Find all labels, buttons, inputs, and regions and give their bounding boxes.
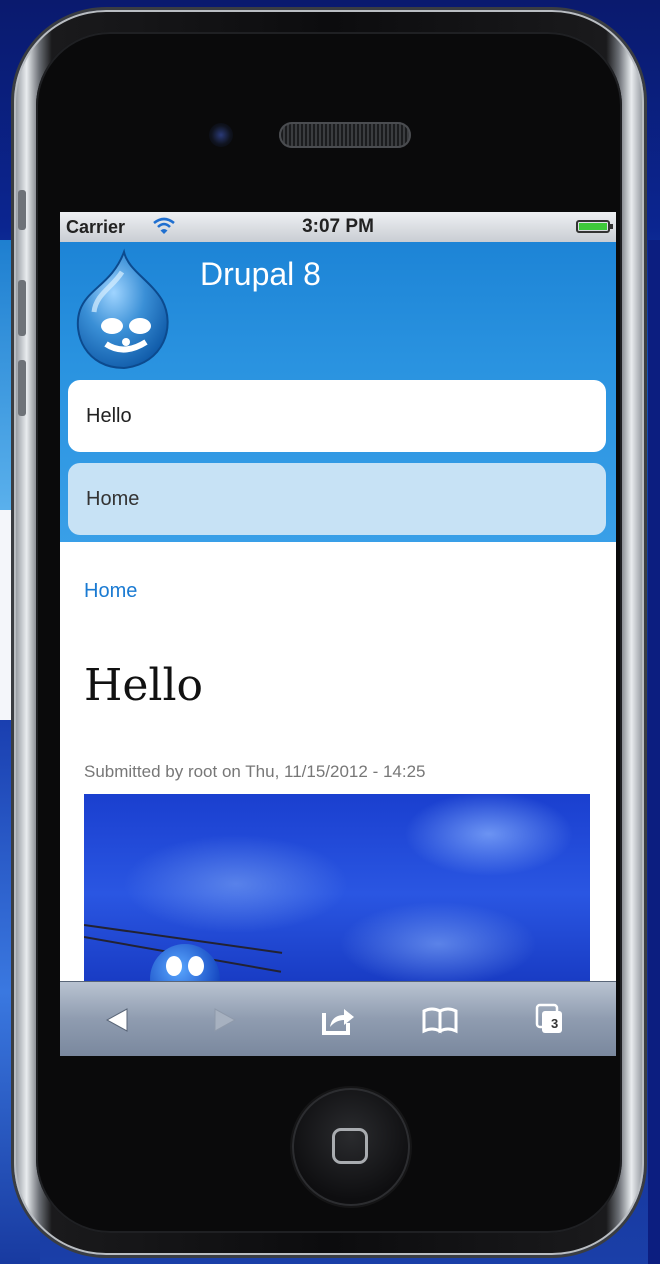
tabs-button[interactable]: 3 [528, 1000, 572, 1040]
volume-up-button [18, 280, 26, 336]
main-content: Home Hello Submitted by root on Thu, 11/… [60, 542, 616, 994]
forward-arrow-icon [214, 1008, 237, 1032]
drupal-drop-logo[interactable] [72, 248, 174, 372]
volume-down-button [18, 360, 26, 416]
nav-item-home[interactable]: Home [68, 463, 606, 535]
article-image [84, 794, 590, 994]
status-time: 3:07 PM [302, 216, 374, 237]
home-button[interactable] [292, 1088, 410, 1206]
site-header: Drupal 8 Hello Home [60, 242, 616, 554]
page-title: Hello [84, 660, 204, 711]
bookmarks-icon [422, 1007, 458, 1034]
share-icon [322, 1009, 354, 1035]
mute-switch [18, 190, 26, 230]
bookmarks-button[interactable] [418, 1000, 462, 1040]
safari-toolbar: 3 [60, 981, 616, 1056]
phone-screen: Carrier 3:07 PM Drupal 8 Hello Home Home… [60, 212, 616, 1056]
home-square-icon [332, 1128, 368, 1164]
forward-button[interactable] [204, 1000, 248, 1040]
speaker-grille [279, 122, 411, 148]
back-button[interactable] [94, 1000, 138, 1040]
tabs-icon [535, 1003, 562, 1033]
desktop-background [648, 240, 660, 1264]
site-name[interactable]: Drupal 8 [200, 256, 321, 293]
nav-item-label: Home [86, 488, 140, 510]
nav-item-label: Hello [86, 405, 132, 427]
camera-icon [209, 123, 233, 147]
breadcrumb-home-link[interactable]: Home [84, 580, 137, 603]
status-bar: Carrier 3:07 PM [60, 212, 616, 242]
nav-item-hello[interactable]: Hello [68, 380, 606, 452]
submitted-info: Submitted by root on Thu, 11/15/2012 - 1… [84, 762, 426, 781]
battery-icon [576, 220, 613, 233]
tabs-count: 3 [551, 1016, 559, 1031]
share-button[interactable] [316, 1000, 360, 1040]
back-arrow-icon [105, 1008, 128, 1032]
